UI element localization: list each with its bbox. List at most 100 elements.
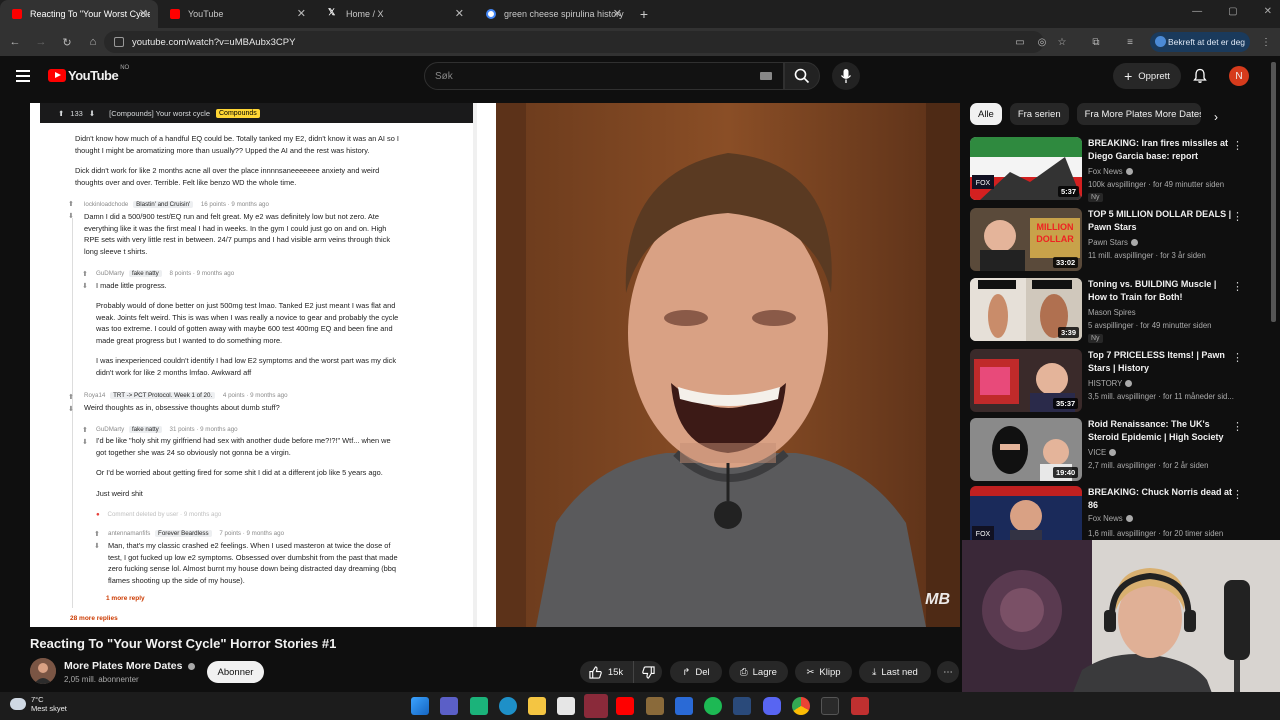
extensions-icon[interactable]: ⧉: [1088, 34, 1104, 50]
recommended-video[interactable]: MILLION DOLLAR 33:02 TOP 5 MILLION DOLLAR…: [970, 208, 1250, 272]
upvote-icon: ⬆: [58, 108, 65, 118]
share-button[interactable]: ↱ Del: [670, 661, 722, 683]
page-scrollbar[interactable]: [1271, 62, 1276, 322]
rec-stats: 1,6 mill. avspillinger · for 20 timer si…: [1088, 529, 1224, 538]
forward-icon[interactable]: →: [30, 31, 52, 53]
text-line: was too extreme. I could of gotten away …: [96, 324, 393, 333]
recommended-video[interactable]: 19:40 Roid Renaissance: The UK's Steroid…: [970, 418, 1250, 482]
download-button[interactable]: ⤓ Last ned: [859, 661, 931, 683]
close-window-icon[interactable]: ✕: [1264, 6, 1272, 17]
comment-user: lockinloadchode: [84, 201, 129, 208]
search-placeholder: Søk: [435, 71, 453, 82]
comment-user: Roya14: [84, 392, 106, 399]
rec-stats: 5 avspillinger · for 49 minutter siden: [1088, 321, 1212, 330]
browser-tab-2[interactable]: 𝕏 Home / X ✕: [316, 0, 474, 28]
reload-icon[interactable]: ↻: [56, 31, 78, 53]
dislike-button[interactable]: [634, 665, 663, 679]
chevron-right-icon[interactable]: ›: [1214, 110, 1218, 124]
channel-watermark[interactable]: MB: [925, 591, 950, 609]
comment-info: 4 points · 9 months ago: [222, 392, 288, 399]
store-icon[interactable]: [557, 697, 575, 715]
active-app-icon[interactable]: [584, 694, 608, 718]
install-app-icon[interactable]: ▭: [1012, 34, 1028, 50]
maximize-icon[interactable]: ▢: [1228, 6, 1237, 17]
teams-icon[interactable]: [440, 697, 458, 715]
video-title: Reacting To "Your Worst Cycle" Horror St…: [30, 636, 337, 651]
chip-channel[interactable]: Fra More Plates More Dates: [1076, 103, 1201, 125]
user-flair: fake natty: [128, 270, 162, 277]
svg-text:DOLLAR: DOLLAR: [1036, 234, 1074, 244]
hamburger-menu-icon[interactable]: [16, 70, 30, 82]
more-vert-icon[interactable]: ⋮: [1232, 139, 1243, 152]
more-actions-button[interactable]: ⋯: [937, 661, 959, 683]
more-vert-icon[interactable]: ⋮: [1232, 351, 1243, 364]
tracking-icon[interactable]: ◎: [1034, 34, 1050, 50]
channel-name[interactable]: More Plates More Dates: [64, 660, 196, 672]
subscribe-button[interactable]: Abonner: [207, 661, 264, 683]
discord-icon[interactable]: [763, 697, 781, 715]
save-button[interactable]: ⎙ Lagre: [729, 661, 788, 683]
back-icon[interactable]: ←: [4, 31, 26, 53]
app-icon[interactable]: [821, 697, 839, 715]
bookmark-star-icon[interactable]: ☆: [1054, 34, 1070, 50]
browser-tab-0[interactable]: Reacting To "Your Worst Cycle" ✕: [0, 0, 158, 28]
deleted-text: Comment deleted by user · 9 months ago: [107, 511, 222, 518]
app-icon[interactable]: [675, 697, 693, 715]
address-bar[interactable]: youtube.com/watch?v=uMBAubx3CPY: [104, 31, 1044, 53]
save-label: Lagre: [752, 666, 777, 678]
close-icon[interactable]: ✕: [139, 7, 148, 20]
new-tab-icon[interactable]: +: [632, 6, 656, 22]
clip-button[interactable]: ✂ Klipp: [795, 661, 852, 683]
weather-widget[interactable]: 7°C Mest skyet: [10, 695, 67, 713]
create-button[interactable]: + Opprett: [1113, 63, 1181, 89]
voice-search-button[interactable]: [832, 62, 860, 90]
chip-series[interactable]: Fra serien: [1009, 103, 1069, 125]
menu-dots-icon[interactable]: ⋮: [1258, 34, 1274, 50]
reading-list-icon[interactable]: ≡: [1122, 34, 1138, 50]
browser-tab-3[interactable]: green cheese spirulina history ✕: [474, 0, 632, 28]
home-icon[interactable]: ⌂: [82, 31, 104, 53]
app-icon[interactable]: [470, 697, 488, 715]
weather-desc: Mest skyet: [31, 704, 67, 713]
channel-avatar[interactable]: [30, 658, 56, 684]
keyboard-icon[interactable]: [760, 72, 772, 80]
text-line: thought I might be aromatizing more than…: [75, 145, 370, 155]
spotify-icon[interactable]: [704, 697, 722, 715]
chrome-icon[interactable]: [792, 697, 810, 715]
site-info-icon[interactable]: [114, 37, 124, 47]
search-input[interactable]: Søk: [424, 62, 784, 90]
file-explorer-icon[interactable]: [528, 697, 546, 715]
tab-title: YouTube: [188, 9, 224, 19]
youtube-logo[interactable]: YouTube NO: [48, 65, 129, 83]
video-player[interactable]: ⬆ 133 ⬇ [Compounds] Your worst cycle Com…: [30, 103, 960, 627]
profile-verify-button[interactable]: Bekreft at det er deg: [1150, 32, 1250, 52]
more-vert-icon[interactable]: ⋮: [1232, 488, 1243, 501]
recommended-video[interactable]: 3:39 Toning vs. BUILDING Muscle | How to…: [970, 278, 1250, 343]
minimize-icon[interactable]: —: [1192, 6, 1202, 17]
rec-channel: VICE: [1088, 448, 1117, 457]
close-icon[interactable]: ✕: [297, 7, 306, 20]
youtube-app-icon[interactable]: [616, 697, 634, 715]
search-button[interactable]: [784, 62, 820, 90]
comment-text: I made little progress.: [96, 281, 167, 290]
app-icon[interactable]: [646, 697, 664, 715]
account-avatar[interactable]: N: [1229, 66, 1249, 86]
rec-stats: 11 mill. avspillinger · for 3 år siden: [1088, 251, 1206, 260]
close-icon[interactable]: ✕: [613, 7, 622, 20]
more-vert-icon[interactable]: ⋮: [1232, 420, 1243, 433]
browser-tab-1[interactable]: YouTube ✕: [158, 0, 316, 28]
bell-icon[interactable]: [1192, 68, 1208, 84]
close-icon[interactable]: ✕: [455, 7, 464, 20]
reddit-post-header: ⬆ 133 ⬇ [Compounds] Your worst cycle Com…: [40, 103, 475, 123]
steam-icon[interactable]: [733, 697, 751, 715]
edge-icon[interactable]: [499, 697, 517, 715]
like-button[interactable]: 15k: [579, 661, 635, 683]
windows-start-icon[interactable]: [411, 697, 429, 715]
shield-icon[interactable]: [851, 697, 869, 715]
more-vert-icon[interactable]: ⋮: [1232, 210, 1243, 223]
recommended-video[interactable]: FOX 5:37 BREAKING: Iran fires missiles a…: [970, 137, 1250, 202]
chip-all[interactable]: Alle: [970, 103, 1002, 125]
rec-title: BREAKING: Iran fires missiles at Diego G…: [1088, 138, 1229, 161]
recommended-video[interactable]: 35:37 Top 7 PRICELESS Items! | Pawn Star…: [970, 349, 1250, 413]
more-vert-icon[interactable]: ⋮: [1232, 280, 1243, 293]
